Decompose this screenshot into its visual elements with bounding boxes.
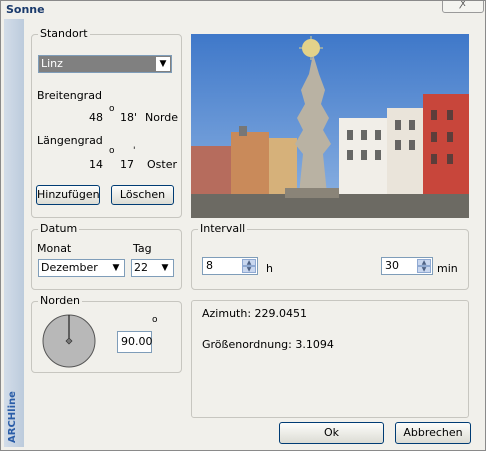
window-title: Sonne: [6, 3, 45, 16]
latitude-degree-symbol: o: [109, 104, 115, 114]
location-photo: [191, 34, 469, 218]
location-value: Linz: [41, 57, 63, 70]
azimuth-text: Azimuth: 229.0451: [202, 307, 308, 320]
hours-unit: h: [266, 262, 273, 275]
chevron-down-icon: ▼: [161, 263, 169, 273]
spin-up-icon[interactable]: ▲: [242, 259, 256, 266]
longitude-direction: Oster: [147, 158, 177, 171]
north-degree-symbol: o: [152, 315, 158, 325]
norden-legend: Norden: [38, 294, 83, 307]
add-location-button[interactable]: Hinzufügen: [36, 185, 100, 205]
datum-legend: Datum: [38, 222, 80, 235]
spin-down-icon[interactable]: ▼: [417, 266, 431, 273]
latitude-degrees: 48: [89, 111, 103, 124]
minutes-value: 30: [385, 259, 399, 272]
minutes-spinner[interactable]: 30 ▲ ▼: [381, 257, 433, 275]
minutes-unit: min: [437, 262, 458, 275]
north-angle-value: 90.00: [121, 335, 153, 348]
longitude-degrees: 14: [89, 158, 103, 171]
result-panel: Azimuth: 229.0451 Größenordnung: 3.1094: [191, 300, 469, 418]
ok-button[interactable]: Ok: [279, 422, 384, 444]
spin-down-icon[interactable]: ▼: [242, 266, 256, 273]
side-stripe: [4, 19, 24, 447]
north-angle-input[interactable]: 90.00: [117, 331, 153, 353]
day-select[interactable]: 22 ▼: [131, 259, 174, 277]
longitude-degree-symbol: o: [109, 146, 115, 156]
close-icon: ꭗ: [460, 0, 466, 9]
chevron-down-icon: ▼: [156, 57, 170, 71]
month-value: Dezember: [41, 261, 98, 274]
spin-up-icon[interactable]: ▲: [417, 259, 431, 266]
day-label: Tag: [133, 242, 152, 255]
cancel-button[interactable]: Abbrechen: [395, 422, 471, 444]
latitude-minutes: 18': [120, 111, 138, 124]
latitude-direction: Norde: [145, 111, 179, 124]
latitude-label: Breitengrad: [37, 89, 102, 102]
longitude-minute-symbol: ': [133, 146, 136, 156]
photo-image: [191, 34, 469, 218]
month-label: Monat: [37, 242, 72, 255]
location-select[interactable]: Linz ▼: [38, 55, 172, 73]
standort-legend: Standort: [38, 27, 90, 40]
chevron-down-icon: ▼: [112, 263, 120, 273]
magnitude-text: Größenordnung: 3.1094: [202, 338, 334, 351]
title-bar: Sonne ꭗ: [1, 1, 485, 19]
intervall-legend: Intervall: [198, 222, 248, 235]
brand-label: ARCHline: [7, 391, 18, 443]
longitude-label: Längengrad: [37, 134, 103, 147]
day-value: 22: [134, 261, 148, 274]
month-select[interactable]: Dezember ▼: [38, 259, 125, 277]
hours-spinner[interactable]: 8 ▲ ▼: [202, 257, 258, 275]
delete-location-button[interactable]: Löschen: [111, 185, 174, 205]
hours-value: 8: [206, 259, 213, 272]
close-button[interactable]: ꭗ: [442, 0, 484, 13]
longitude-minutes: 17: [120, 158, 134, 171]
north-compass-dial[interactable]: [41, 313, 97, 369]
sun-dialog: Sonne ꭗ ARCHline Standort Linz ▼ Breiten…: [0, 0, 486, 451]
